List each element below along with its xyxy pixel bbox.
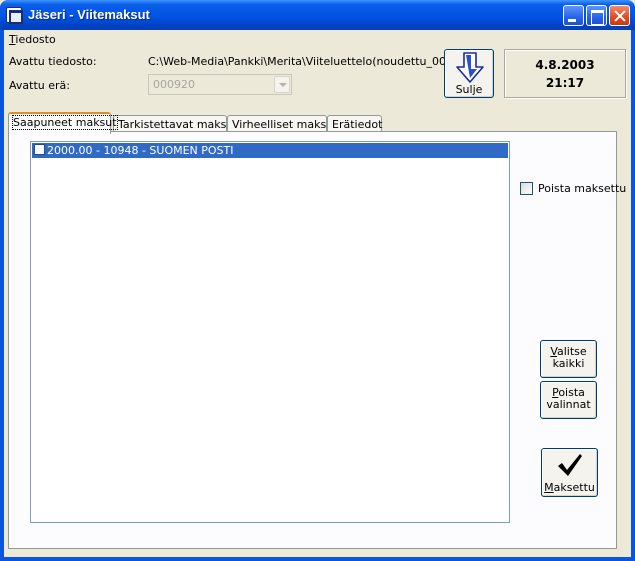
opened-file-path: C:\Web-Media\Pankki\Merita\Viiteluettelo… (148, 55, 493, 68)
clear-selection-line2: valinnat (546, 398, 591, 411)
select-all-button[interactable]: Valitse kaikki (540, 340, 597, 378)
minimize-button[interactable] (563, 5, 584, 26)
list-item-text: 2000.00 - 10948 - SUOMEN POSTI (47, 144, 234, 157)
menu-file[interactable]: Tiedosto (9, 33, 56, 46)
mark-paid-button[interactable]: Maksettu (541, 448, 598, 497)
tab-label: Erätiedot (332, 118, 383, 131)
close-file-button[interactable]: Sulje (444, 49, 494, 98)
list-item[interactable]: 2000.00 - 10948 - SUOMEN POSTI (32, 143, 508, 158)
down-arrow-icon (456, 52, 484, 83)
remove-paid-checkbox[interactable] (520, 182, 533, 195)
menu-file-label: iedosto (15, 33, 56, 46)
current-date: 4.8.2003 (535, 58, 595, 72)
clear-selection-button[interactable]: Poista valinnat (540, 381, 597, 419)
payments-list[interactable]: 2000.00 - 10948 - SUOMEN POSTI (30, 141, 510, 523)
mark-paid-label-rest: aksettu (553, 481, 595, 494)
opened-file-label: Avattu tiedosto: (9, 55, 97, 68)
mark-paid-label: Maksettu (542, 481, 597, 494)
current-time: 21:17 (545, 76, 585, 90)
window-title: Jäseri - Viitemaksut (28, 7, 150, 22)
tab-label: Virheelliset maksut (232, 118, 338, 131)
title-bar[interactable]: Jäseri - Viitemaksut (0, 0, 635, 30)
close-file-label: Sulje (455, 83, 483, 96)
chevron-down-icon[interactable] (274, 76, 290, 93)
maximize-button[interactable] (586, 5, 607, 26)
batch-select[interactable]: 000920 (148, 74, 292, 95)
date-time-panel: 4.8.2003 21:17 (504, 49, 626, 98)
checkmark-icon (558, 454, 582, 476)
row-checkbox[interactable] (34, 144, 45, 155)
tab-label: Tarkistettavat maksut (118, 118, 238, 131)
select-all-line2: kaikki (552, 357, 585, 370)
window-client: Tiedosto Avattu tiedosto: C:\Web-Media\P… (4, 30, 631, 557)
tab-label: Saapuneet maksut (12, 115, 118, 130)
close-window-button[interactable] (609, 5, 630, 26)
mark-paid-mnemonic: M (544, 481, 554, 494)
app-icon[interactable] (6, 7, 23, 24)
app-window: Jäseri - Viitemaksut Tiedosto Avattu tie… (0, 0, 635, 561)
tab-saapuneet-maksut[interactable]: Saapuneet maksut (8, 112, 118, 134)
remove-paid-label[interactable]: Poista maksettu (538, 182, 626, 195)
tab-panel-saapuneet: 2000.00 - 10948 - SUOMEN POSTI Poista ma… (8, 131, 626, 549)
opened-batch-label: Avattu erä: (9, 79, 70, 92)
menu-bar: Tiedosto (4, 30, 631, 48)
batch-select-value: 000920 (153, 78, 195, 91)
